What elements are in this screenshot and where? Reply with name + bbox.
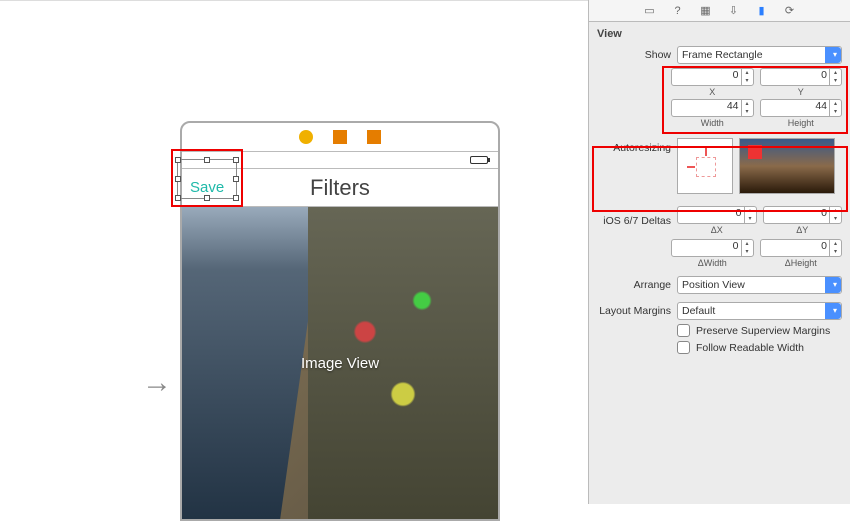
arrange-label: Arrange (597, 279, 671, 291)
stepper[interactable]: ▴▾ (741, 69, 753, 85)
show-select[interactable]: Frame Rectangle▾ (677, 46, 842, 64)
autoresizing-control[interactable] (677, 138, 733, 194)
scene-icon (367, 130, 381, 144)
section-title: View (589, 22, 850, 44)
scene-icon (299, 130, 313, 144)
scene-icon (333, 130, 347, 144)
battery-icon (470, 156, 488, 164)
follow-readable-label: Follow Readable Width (696, 342, 804, 354)
inspector-tabbar[interactable]: ▭ ? ▦ ⇩ ▮ ⟳ (589, 0, 850, 22)
width-label: Width (671, 117, 754, 128)
segue-arrow-icon: → (142, 366, 172, 400)
scene-icons-row (182, 123, 498, 151)
show-label: Show (597, 49, 671, 61)
dx-field[interactable]: 0▴▾ (677, 206, 757, 224)
image-view[interactable]: Image View (182, 207, 498, 519)
stepper[interactable]: ▴▾ (829, 100, 841, 116)
arrange-select[interactable]: Position View▾ (677, 276, 842, 294)
x-field[interactable]: 0▴▾ (671, 68, 754, 86)
size-inspector-icon[interactable]: ▮ (755, 4, 769, 18)
y-field[interactable]: 0▴▾ (760, 68, 843, 86)
deltas-label: iOS 6/7 Deltas (597, 215, 671, 227)
margins-label: Layout Margins (597, 305, 671, 317)
height-field[interactable]: 44▴▾ (760, 99, 843, 117)
margins-select[interactable]: Default▾ (677, 302, 842, 320)
annotation-highlight (171, 149, 243, 207)
dy-field[interactable]: 0▴▾ (763, 206, 843, 224)
nav-title: Filters (310, 175, 370, 201)
connections-inspector-icon[interactable]: ⟳ (783, 4, 797, 18)
autoresizing-preview (739, 138, 835, 194)
attributes-inspector-icon[interactable]: ⇩ (727, 4, 741, 18)
size-inspector: ▭ ? ▦ ⇩ ▮ ⟳ View Show Frame Rectangle▾ 0… (588, 0, 850, 504)
canvas-area[interactable]: Save Filters Image View → (0, 0, 588, 504)
stepper[interactable]: ▴▾ (829, 69, 841, 85)
y-label: Y (760, 86, 843, 97)
help-inspector-icon[interactable]: ? (671, 4, 685, 18)
dwidth-field[interactable]: 0▴▾ (671, 239, 754, 257)
preserve-margins-label: Preserve Superview Margins (696, 325, 830, 337)
dheight-field[interactable]: 0▴▾ (760, 239, 843, 257)
x-label: X (671, 86, 754, 97)
image-view-label: Image View (301, 355, 379, 372)
height-label: Height (760, 117, 843, 128)
preserve-margins-checkbox[interactable] (677, 324, 690, 337)
identity-inspector-icon[interactable]: ▦ (699, 4, 713, 18)
file-inspector-icon[interactable]: ▭ (643, 4, 657, 18)
stepper[interactable]: ▴▾ (741, 100, 753, 116)
follow-readable-checkbox[interactable] (677, 341, 690, 354)
autoresizing-label: Autoresizing (597, 138, 671, 154)
width-field[interactable]: 44▴▾ (671, 99, 754, 117)
